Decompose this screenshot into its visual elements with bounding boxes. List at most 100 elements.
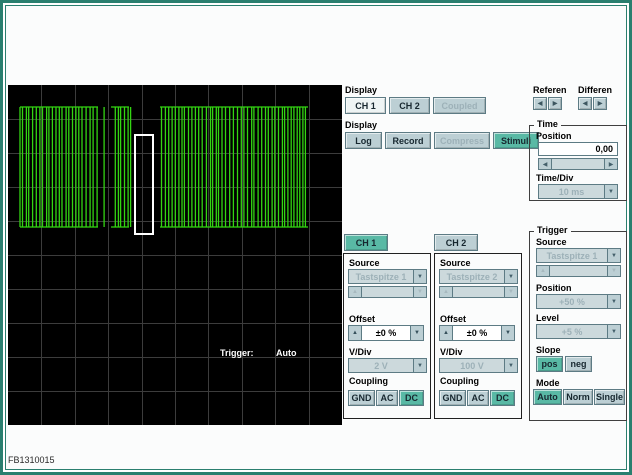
arrow-up-icon[interactable]: ▲ <box>348 325 362 341</box>
arrow-up-icon[interactable]: ▲ <box>440 287 453 297</box>
ch2-offset-label: Offset <box>440 314 466 324</box>
arrow-right-icon: ▶ <box>553 100 558 107</box>
ch2-panel: Source Tastspitze 2 ▼ ▲ ▼ Offset ▲ ±0 % … <box>434 253 522 419</box>
time-position-value: 0,00 <box>595 144 613 154</box>
arrow-left-icon: ◀ <box>583 100 588 107</box>
chevron-down-icon[interactable]: ▼ <box>413 359 426 372</box>
slope-neg-button[interactable]: neg <box>565 356 592 372</box>
display-modes-label: Display <box>345 120 377 130</box>
arrow-down-icon[interactable]: ▼ <box>504 287 517 297</box>
figure-id-label: FB1310015 <box>8 455 55 465</box>
ch2-source-scroll: ▲ ▼ <box>439 286 518 298</box>
ch2-source-dropdown[interactable]: Tastspitze 2 ▼ <box>439 269 518 284</box>
display-coupled-button[interactable]: Coupled <box>433 97 486 114</box>
slider-track[interactable] <box>552 159 604 169</box>
trigger-position-value: +50 % <box>537 295 607 308</box>
ch2-ac-button[interactable]: AC <box>467 390 489 406</box>
time-position-label: Position <box>536 131 572 141</box>
ch1-gnd-button[interactable]: GND <box>348 390 375 406</box>
chevron-down-icon[interactable]: ▼ <box>604 185 617 198</box>
trigger-level-value: +5 % <box>537 325 607 338</box>
trigger-position-dropdown[interactable]: +50 % ▼ <box>536 294 621 309</box>
mode-norm-button[interactable]: Norm <box>563 389 593 405</box>
arrow-down-icon[interactable]: ▼ <box>410 325 424 341</box>
ch2-offset-spinner: ▲ ±0 % ▼ <box>439 325 515 341</box>
ch1-source-label: Source <box>349 258 380 268</box>
time-position-field[interactable]: 0,00 <box>538 142 618 156</box>
display-ch2-button[interactable]: CH 2 <box>389 97 430 114</box>
trigger-level-label: Level <box>536 313 559 323</box>
arrow-down-icon[interactable]: ▼ <box>607 266 620 276</box>
ch2-tab[interactable]: CH 2 <box>434 234 478 251</box>
ch2-source-label: Source <box>440 258 471 268</box>
difference-next-button[interactable]: ▶ <box>593 97 607 110</box>
arrow-right-icon: ▶ <box>598 100 603 107</box>
timediv-label: Time/Div <box>536 173 573 183</box>
arrow-up-icon[interactable]: ▲ <box>537 266 550 276</box>
ch1-source-scroll: ▲ ▼ <box>348 286 427 298</box>
trigger-slope-label: Slope <box>536 345 561 355</box>
reference-label: Referen <box>533 85 567 95</box>
difference-prev-button[interactable]: ◀ <box>578 97 592 110</box>
ch1-offset-value[interactable]: ±0 % <box>362 325 410 341</box>
chevron-down-icon[interactable]: ▼ <box>607 249 620 262</box>
scope-display: Trigger: Auto <box>8 85 342 425</box>
arrow-right-icon[interactable]: ▶ <box>604 159 617 169</box>
chevron-down-icon[interactable]: ▼ <box>504 359 517 372</box>
display-channels-label: Display <box>345 85 377 95</box>
mode-single-button[interactable]: Single <box>594 389 625 405</box>
chevron-down-icon[interactable]: ▼ <box>607 295 620 308</box>
trigger-status-value: Auto <box>276 348 297 358</box>
arrow-left-icon[interactable]: ◀ <box>539 159 552 169</box>
trigger-level-dropdown[interactable]: +5 % ▼ <box>536 324 621 339</box>
ch1-dc-button[interactable]: DC <box>399 390 424 406</box>
arrow-up-icon[interactable]: ▲ <box>439 325 453 341</box>
display-ch1-button[interactable]: CH 1 <box>345 97 386 114</box>
ch1-vdiv-value: 2 V <box>349 359 413 372</box>
trigger-group-legend: Trigger <box>534 225 571 235</box>
reference-prev-button[interactable]: ◀ <box>533 97 547 110</box>
ch2-vdiv-label: V/Div <box>440 347 463 357</box>
ch1-panel: Source Tastspitze 1 ▼ ▲ ▼ Offset ▲ ±0 % … <box>343 253 431 419</box>
trigger-source-dropdown[interactable]: Tastspitze 1 ▼ <box>536 248 621 263</box>
ch2-offset-value[interactable]: ±0 % <box>453 325 501 341</box>
arrow-down-icon[interactable]: ▼ <box>501 325 515 341</box>
arrow-up-icon[interactable]: ▲ <box>349 287 362 297</box>
ch1-vdiv-dropdown[interactable]: 2 V ▼ <box>348 358 427 373</box>
ch2-vdiv-value: 100 V <box>440 359 504 372</box>
ch2-source-value: Tastspitze 2 <box>440 270 504 283</box>
chevron-down-icon[interactable]: ▼ <box>413 270 426 283</box>
ch2-gnd-button[interactable]: GND <box>439 390 466 406</box>
ch1-tab[interactable]: CH 1 <box>344 234 388 251</box>
record-button[interactable]: Record <box>385 132 431 149</box>
time-group: Time Position 0,00 ◀ ▶ Time/Div 10 ms ▼ <box>529 125 627 201</box>
trigger-source-label: Source <box>536 237 567 247</box>
chevron-down-icon[interactable]: ▼ <box>607 325 620 338</box>
slider-track <box>550 266 607 276</box>
slope-pos-button[interactable]: pos <box>536 356 563 372</box>
reference-next-button[interactable]: ▶ <box>548 97 562 110</box>
trigger-mode-label: Mode <box>536 378 560 388</box>
zoom-cursor-rect[interactable] <box>135 135 153 234</box>
arrow-down-icon[interactable]: ▼ <box>413 287 426 297</box>
ch1-source-dropdown[interactable]: Tastspitze 1 ▼ <box>348 269 427 284</box>
ch1-coupling-label: Coupling <box>349 376 388 386</box>
ch1-ac-button[interactable]: AC <box>376 390 398 406</box>
time-group-legend: Time <box>534 119 561 129</box>
slider-track <box>362 287 413 297</box>
trigger-source-value: Tastspitze 1 <box>537 249 607 262</box>
ch1-source-value: Tastspitze 1 <box>349 270 413 283</box>
chevron-down-icon[interactable]: ▼ <box>504 270 517 283</box>
mode-auto-button[interactable]: Auto <box>533 389 562 405</box>
ch2-dc-button[interactable]: DC <box>490 390 515 406</box>
time-position-slider: ◀ ▶ <box>538 158 618 170</box>
log-button[interactable]: Log <box>345 132 382 149</box>
timediv-dropdown[interactable]: 10 ms ▼ <box>538 184 618 199</box>
compress-button[interactable]: Compress <box>434 132 490 149</box>
ch2-coupling-label: Coupling <box>440 376 479 386</box>
trigger-status-label: Trigger: <box>220 348 254 358</box>
ch1-vdiv-label: V/Div <box>349 347 372 357</box>
ch2-vdiv-dropdown[interactable]: 100 V ▼ <box>439 358 518 373</box>
timediv-value: 10 ms <box>539 185 604 198</box>
difference-label: Differen <box>578 85 612 95</box>
